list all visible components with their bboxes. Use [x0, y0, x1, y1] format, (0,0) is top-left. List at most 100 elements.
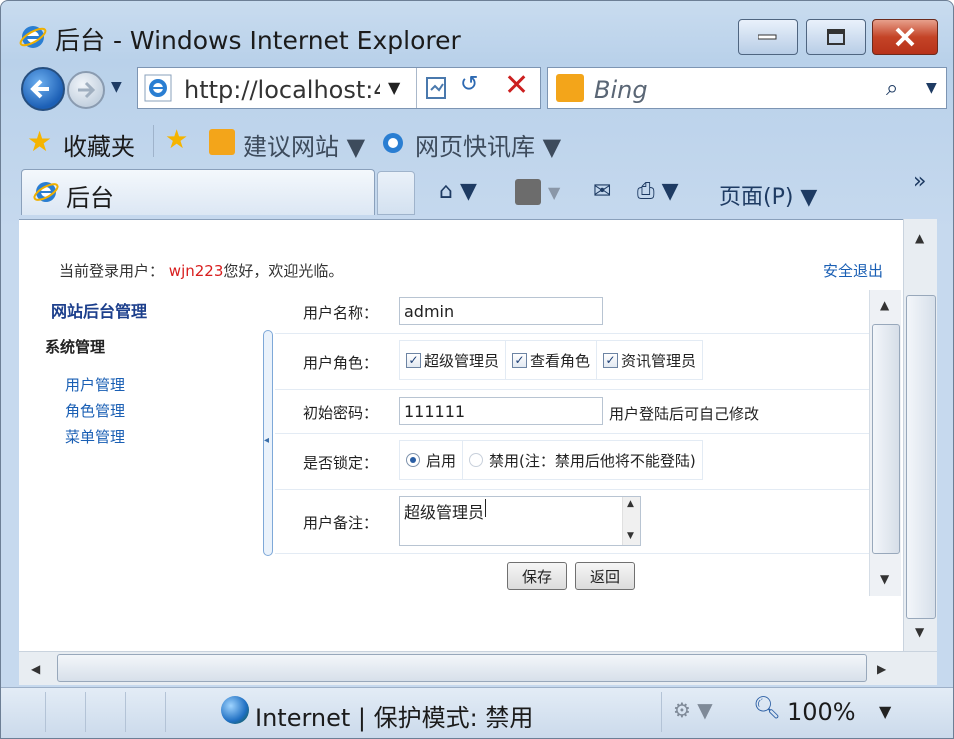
compatibility-view-icon[interactable] [424, 74, 450, 102]
locked-label: 是否锁定： [303, 454, 379, 472]
scroll-down-icon[interactable]: ▼ [915, 625, 924, 639]
sidebar-item-roles[interactable]: 角色管理 [65, 400, 125, 421]
checkbox-checked-icon[interactable]: ✓ [603, 352, 619, 368]
manage-addons-icon[interactable]: ⚙ ▼ [673, 698, 713, 722]
zoom-level[interactable]: 100% [787, 698, 856, 726]
back-button[interactable]: 返回 [575, 562, 635, 590]
forward-button[interactable] [67, 71, 105, 109]
search-options-dropdown-icon[interactable]: ▼ [926, 80, 937, 96]
search-engine-placeholder[interactable]: Bing [594, 76, 648, 104]
window-title: 后台 - Windows Internet Explorer [55, 26, 461, 55]
collapse-arrow-icon[interactable]: ◂ [264, 435, 269, 446]
tab-ie-icon [33, 182, 59, 202]
history-dropdown-icon[interactable]: ▼ [111, 79, 122, 95]
username-input[interactable]: admin [399, 297, 603, 325]
radio-unselected-icon[interactable] [469, 453, 484, 467]
role-option-viewer[interactable]: ✓ 查看角色 [506, 340, 598, 380]
search-icon[interactable]: ⌕ [886, 76, 898, 101]
read-mail-icon[interactable]: ✉ [593, 179, 611, 204]
page-ie-icon [144, 74, 172, 102]
stop-icon[interactable]: ✕ [504, 68, 529, 103]
suggested-sites-icon [209, 129, 235, 155]
tab-current[interactable]: 后台 [21, 169, 375, 215]
logout-link[interactable]: 安全退出 [823, 260, 883, 281]
minimize-button[interactable] [738, 19, 798, 55]
locked-option-disable[interactable]: 禁用(注：禁用后他将不能登陆) [463, 440, 702, 480]
new-tab-button[interactable] [377, 171, 415, 215]
feeds-icon[interactable]: ▼ [515, 179, 560, 205]
row-actions: 保存 返回 [275, 554, 869, 596]
favorites-star-icon[interactable]: ★ [27, 125, 52, 158]
sidebar-splitter[interactable]: ◂ [263, 330, 273, 556]
sidebar-section-system: 系统管理 [45, 338, 106, 356]
refresh-icon[interactable]: ↺ [460, 72, 478, 97]
scroll-thumb[interactable] [872, 324, 900, 554]
role-label: 用户角色： [303, 354, 379, 372]
checkbox-checked-icon[interactable]: ✓ [406, 352, 421, 368]
scroll-right-icon[interactable]: ▶ [877, 662, 886, 676]
address-row: ▼ http://localhost:4 ▼ ↺ ✕ Bing ⌕ ▼ [1, 61, 953, 113]
scroll-up-icon[interactable]: ▲ [915, 231, 924, 245]
locked-option-enable[interactable]: 启用 [400, 440, 464, 480]
add-to-favorites-bar-icon[interactable]: ★ [165, 125, 188, 155]
scroll-thumb[interactable] [57, 654, 867, 682]
scroll-down-icon[interactable]: ▼ [627, 531, 634, 541]
page-horizontal-scrollbar[interactable]: ◀ ▶ [19, 651, 937, 685]
status-separator [661, 692, 662, 732]
login-prefix: 当前登录用户： [59, 262, 165, 280]
sidebar-item-menus[interactable]: 菜单管理 [65, 426, 125, 447]
more-commands-icon[interactable]: » [913, 169, 926, 194]
note-textarea[interactable]: 超级管理员 ▲ ▼ [399, 496, 641, 546]
address-dropdown-icon[interactable]: ▼ [388, 78, 400, 97]
status-bar: Internet | 保护模式: 禁用 ⚙ ▼ 🔍︎ 100% ▼ [1, 687, 953, 738]
radio-selected-icon[interactable] [406, 453, 420, 467]
web-slice-gallery-link[interactable]: 网页快讯库 ▼ [415, 127, 561, 162]
back-arrow-icon [30, 79, 49, 99]
password-input[interactable]: 111111 [399, 397, 603, 425]
scroll-up-icon[interactable]: ▲ [880, 298, 889, 312]
zoom-dropdown-icon[interactable]: ▼ [879, 702, 891, 721]
suggested-sites-link[interactable]: 建议网站 ▼ [243, 127, 365, 162]
sidebar-item-users[interactable]: 用户管理 [65, 374, 125, 395]
status-separator [165, 692, 166, 732]
role-option-label: 超级管理员 [424, 351, 500, 370]
scroll-thumb[interactable] [906, 295, 936, 619]
tab-label: 后台 [66, 184, 114, 212]
page-vertical-scrollbar[interactable]: ▲ ▼ [903, 219, 937, 651]
bing-icon [556, 74, 584, 102]
favorites-button[interactable]: 收藏夹 [63, 127, 135, 162]
locked-option-label: 禁用(注：禁用后他将不能登陆) [489, 451, 696, 470]
text-cursor [485, 499, 487, 517]
frame-scrollbar[interactable]: ▲ ▼ [869, 290, 901, 596]
username-label: 用户名称： [303, 304, 379, 322]
favorites-separator [153, 125, 154, 157]
row-note: 用户备注： 超级管理员 ▲ ▼ [275, 490, 869, 554]
password-label: 初始密码： [303, 404, 379, 422]
page-menu[interactable]: 页面(P) ▼ [719, 179, 817, 211]
security-zone-text[interactable]: Internet | 保护模式: 禁用 [255, 698, 533, 733]
role-option-label: 资讯管理员 [621, 351, 697, 370]
address-separator [416, 68, 417, 108]
address-bar[interactable]: http://localhost:4 ▼ ↺ ✕ [137, 67, 541, 109]
textarea-scrollbar[interactable]: ▲ ▼ [622, 497, 640, 545]
address-url[interactable]: http://localhost:4 [184, 76, 380, 104]
role-option-super-admin[interactable]: ✓ 超级管理员 [400, 340, 507, 380]
zoom-magnifier-icon[interactable]: 🔍︎ [753, 696, 781, 721]
login-info: 当前登录用户： wjn223您好，欢迎光临。 [59, 260, 343, 281]
maximize-icon [827, 29, 845, 45]
scroll-down-icon[interactable]: ▼ [880, 572, 889, 586]
scroll-left-icon[interactable]: ◀ [31, 662, 40, 676]
tab-row: 后台 ⌂ ▼ ▼ ✉ ⎙ ▼ 页面(P) ▼ » [1, 165, 953, 217]
print-icon[interactable]: ⎙ ▼ [637, 179, 679, 204]
maximize-button[interactable] [806, 19, 866, 55]
status-separator [45, 692, 46, 732]
back-button[interactable] [21, 67, 65, 111]
checkbox-checked-icon[interactable]: ✓ [512, 352, 528, 368]
save-button[interactable]: 保存 [507, 562, 567, 590]
search-box[interactable]: Bing ⌕ ▼ [547, 67, 947, 109]
role-option-news-admin[interactable]: ✓ 资讯管理员 [597, 340, 702, 380]
scroll-up-icon[interactable]: ▲ [627, 499, 634, 509]
home-icon[interactable]: ⌂ ▼ [439, 179, 477, 204]
close-button[interactable] [872, 19, 938, 55]
row-username: 用户名称： admin [275, 290, 869, 334]
